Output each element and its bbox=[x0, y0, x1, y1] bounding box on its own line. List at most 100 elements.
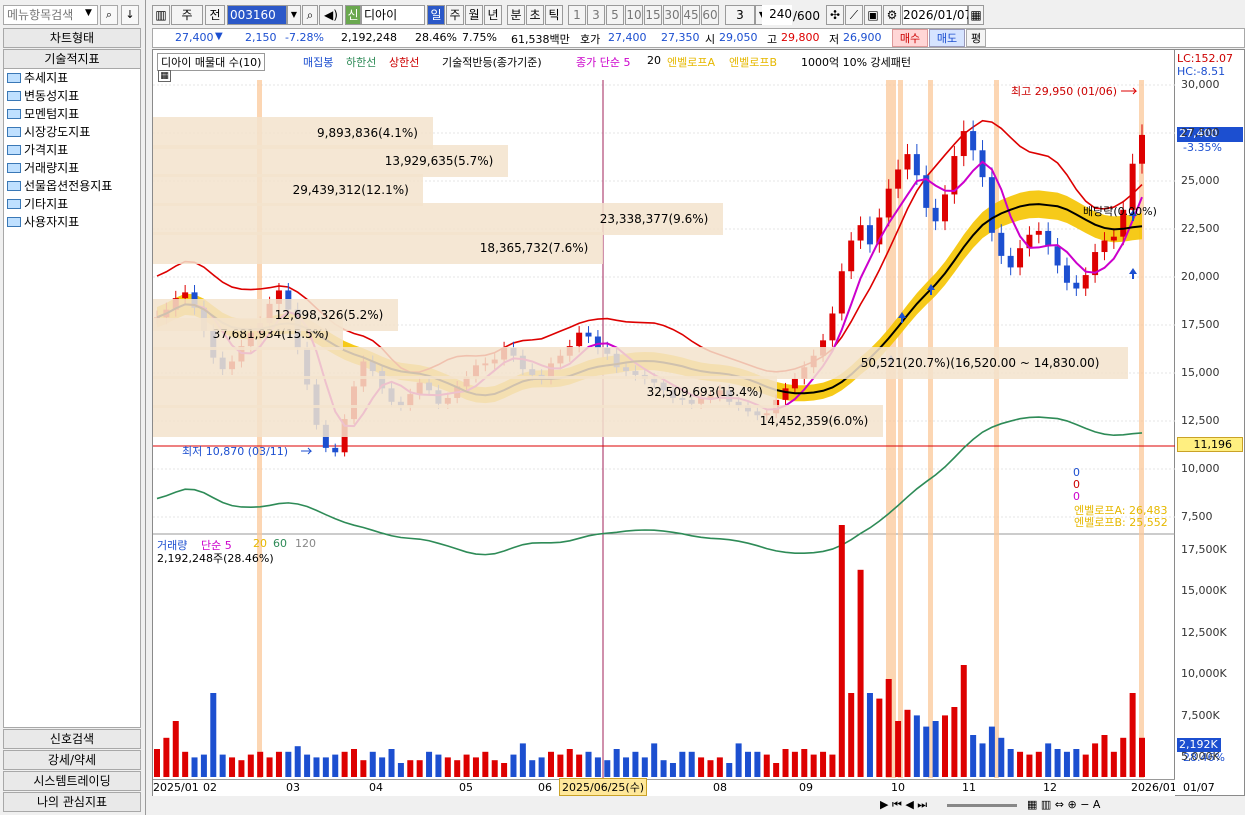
speaker-icon[interactable]: ◀) bbox=[319, 5, 343, 25]
legend-title[interactable]: 디아이 매물대 수(10) bbox=[157, 53, 266, 71]
volume-bar bbox=[304, 754, 311, 777]
price: 27,400 bbox=[175, 31, 214, 44]
volume-tick: 12,500K bbox=[1181, 625, 1227, 639]
system-trading-button[interactable]: 시스템트레이딩 bbox=[3, 771, 141, 791]
volume-bar bbox=[1045, 743, 1052, 777]
my-indicator-button[interactable]: 나의 관심지표 bbox=[3, 792, 141, 812]
folder-icon bbox=[7, 181, 21, 191]
chevron-down-icon[interactable]: ▼ bbox=[287, 5, 301, 25]
candle-body bbox=[1110, 236, 1117, 241]
interval-button-2[interactable]: 5 bbox=[606, 5, 624, 25]
volume-bar bbox=[454, 760, 461, 777]
interval-button-5[interactable]: 30 bbox=[663, 5, 681, 25]
tree-item-6[interactable]: 선물옵션전용지표 bbox=[4, 177, 140, 195]
tree-item-5[interactable]: 거래량지표 bbox=[4, 159, 140, 177]
volume-bar bbox=[726, 763, 733, 777]
volume-bar bbox=[529, 760, 536, 777]
tree-item-4[interactable]: 가격지표 bbox=[4, 141, 140, 159]
chart-area[interactable]: 디아이 매물대 수(10) 매집봉 하한선 상한선 기술적반등(종가기준) 종가… bbox=[152, 49, 1177, 796]
crosshair-icon[interactable]: ✣ bbox=[826, 5, 844, 25]
candle-body bbox=[1054, 246, 1061, 266]
tree-item-8[interactable]: 사용자지표 bbox=[4, 213, 140, 231]
volume-bar bbox=[1129, 693, 1136, 777]
save-icon[interactable]: ▣ bbox=[864, 5, 882, 25]
chart-type-button[interactable]: 차트형태 bbox=[3, 28, 141, 48]
search-icon[interactable]: ⌕ bbox=[302, 5, 318, 25]
zoom-icon[interactable]: ▦ ▥ ⇔ ⊕ − A bbox=[1027, 798, 1100, 811]
folder-icon bbox=[7, 73, 21, 83]
tree-item-7[interactable]: 기타지표 bbox=[4, 195, 140, 213]
signal-search-button[interactable]: 신호검색 bbox=[3, 729, 141, 749]
bar-count-input[interactable]: 240 bbox=[762, 5, 792, 25]
volume-bar bbox=[566, 749, 573, 777]
volume-bar bbox=[679, 751, 686, 777]
scroll-left-icon[interactable]: ▶ ⏮ ◀ ⏭ bbox=[880, 798, 927, 812]
tech-indicator-header[interactable]: 기술적지표 bbox=[3, 49, 141, 69]
buy-button[interactable]: 매수 bbox=[892, 29, 928, 47]
tree-item-3[interactable]: 시장강도지표 bbox=[4, 123, 140, 141]
calendar-icon[interactable]: ▦ bbox=[968, 5, 984, 25]
x-tick-label: 11 bbox=[962, 781, 976, 794]
download-icon[interactable]: ↓ bbox=[121, 5, 139, 25]
volume-legend-60: 60 bbox=[273, 537, 287, 550]
chevron-down-icon[interactable]: ▼ bbox=[85, 8, 92, 18]
candle-body bbox=[829, 313, 836, 341]
scrollbar-thumb[interactable] bbox=[947, 804, 1017, 807]
interval-button-3[interactable]: 10 bbox=[625, 5, 643, 25]
prev-button[interactable]: 전 bbox=[205, 5, 225, 25]
period-button-2[interactable]: 월 bbox=[465, 5, 483, 25]
interval-button-6[interactable]: 45 bbox=[682, 5, 700, 25]
period-button-1[interactable]: 주 bbox=[446, 5, 464, 25]
scroll-controls[interactable]: ▶ ⏮ ◀ ⏭ ▦ ▥ ⇔ ⊕ − A bbox=[877, 797, 1245, 814]
turnover: 7.75% bbox=[462, 31, 497, 44]
tree-item-1[interactable]: 변동성지표 bbox=[4, 87, 140, 105]
candle-body bbox=[791, 378, 798, 389]
candle-body bbox=[895, 169, 902, 189]
period-select[interactable]: 주 bbox=[171, 5, 203, 25]
gear-icon[interactable]: ⚙ bbox=[883, 5, 901, 25]
volume-bar bbox=[885, 679, 892, 777]
credit-badge: 신 bbox=[345, 5, 361, 25]
strength-button[interactable]: 강세/약세 bbox=[3, 750, 141, 770]
volume-bar bbox=[463, 754, 470, 777]
period-button-3[interactable]: 년 bbox=[484, 5, 502, 25]
candle-body bbox=[1101, 240, 1108, 253]
stock-code-input[interactable]: 003160 bbox=[227, 5, 287, 25]
interval-button-7[interactable]: 60 bbox=[701, 5, 719, 25]
interval-select[interactable]: 3 bbox=[725, 5, 755, 25]
x-tick-label: 05 bbox=[459, 781, 473, 794]
menu-search-input[interactable]: 메뉴항목검색 bbox=[3, 5, 98, 25]
avg-button[interactable]: 평 bbox=[966, 29, 986, 47]
high-label: 고 bbox=[767, 33, 778, 46]
interval-button-1[interactable]: 3 bbox=[587, 5, 605, 25]
tree-item-0[interactable]: 추세지표 bbox=[4, 69, 140, 87]
period-button-6[interactable]: 틱 bbox=[545, 5, 563, 25]
candle-body bbox=[1139, 134, 1145, 164]
volume-bar bbox=[585, 751, 592, 777]
sell-button[interactable]: 매도 bbox=[929, 29, 965, 47]
interval-button-4[interactable]: 15 bbox=[644, 5, 662, 25]
volume-profile-label: 9,893,836(4.1%) bbox=[317, 125, 418, 140]
trend-icon[interactable]: ⟋ bbox=[845, 5, 863, 25]
layout-icon[interactable]: ▥ bbox=[152, 5, 170, 25]
candle-body bbox=[1082, 275, 1089, 289]
volume-bar bbox=[829, 754, 836, 777]
volume-bar bbox=[332, 754, 339, 777]
grid-icon[interactable]: ▦ bbox=[158, 70, 171, 82]
search-icon[interactable]: ⌕ bbox=[100, 5, 118, 25]
volume-bar bbox=[557, 754, 564, 777]
date-input[interactable]: 2026/01/07 bbox=[902, 5, 972, 25]
volume-bar bbox=[1063, 751, 1070, 777]
high-annotation: 최고 29,950 (01/06) bbox=[1011, 85, 1118, 98]
amount: 61,538백만 bbox=[511, 33, 570, 46]
volume-bar bbox=[848, 693, 855, 777]
period-button-5[interactable]: 초 bbox=[526, 5, 544, 25]
volume-profile-label: 50,521(20.7%)(16,520.00 ~ 14,830.00) bbox=[860, 356, 1100, 371]
volume-bar bbox=[435, 754, 442, 777]
tree-item-2[interactable]: 모멘텀지표 bbox=[4, 105, 140, 123]
period-button-4[interactable]: 분 bbox=[507, 5, 525, 25]
interval-button-0[interactable]: 1 bbox=[568, 5, 586, 25]
volume-bar bbox=[1026, 754, 1033, 777]
period-button-0[interactable]: 일 bbox=[427, 5, 445, 25]
volume-bar bbox=[200, 754, 207, 777]
